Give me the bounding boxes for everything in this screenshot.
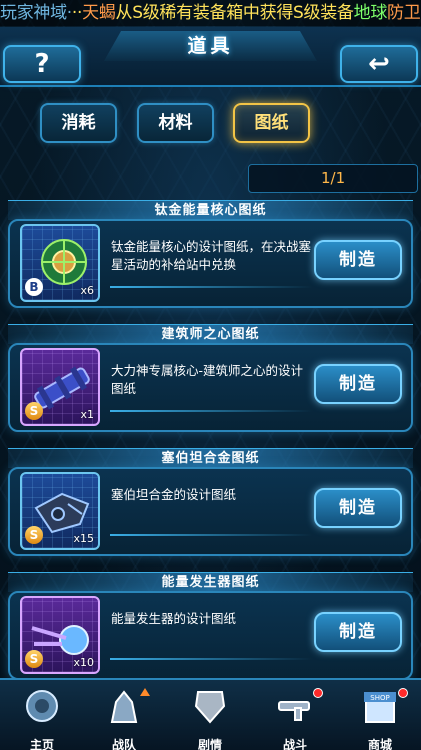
marquee-part: 玩家神域·	[0, 3, 72, 23]
item-card: 能量发生器图纸 S x10 能量发生器的设计图纸 制造	[8, 572, 413, 680]
tab-materials[interactable]: 材料	[137, 103, 214, 143]
marquee-part: 防卫者	[387, 3, 421, 23]
item-card: 钛金能量核心图纸 B x6 钛金能量核心的设计图纸，在决战塞星活动的补给站中兑换…	[8, 200, 413, 308]
item-quantity: x10	[73, 656, 94, 669]
grade-badge: B	[25, 278, 43, 296]
nav-label: 主页	[29, 738, 54, 750]
header-bar: 道具 ? ↩	[0, 27, 421, 87]
item-name: 钛金能量核心图纸	[8, 200, 413, 220]
item-name: 塞伯坦合金图纸	[8, 448, 413, 468]
craft-button[interactable]: 制造	[314, 612, 402, 652]
craft-button[interactable]: 制造	[314, 364, 402, 404]
upgrade-arrow-icon	[140, 688, 150, 696]
tab-blueprints[interactable]: 图纸	[233, 103, 310, 143]
nav-label: 剧情	[197, 738, 222, 750]
craft-button[interactable]: 制造	[314, 240, 402, 280]
divider	[110, 286, 312, 288]
shop-sign-text: SHOP	[370, 694, 389, 702]
shop-icon: SHOP	[364, 692, 396, 723]
nav-label: 战队	[111, 738, 136, 750]
item-description: 塞伯坦合金的设计图纸	[111, 487, 237, 502]
item-description: 大力神专属核心-建筑师之心的设计图纸	[111, 363, 304, 396]
tab-consumables[interactable]: 消耗	[40, 103, 117, 143]
item-thumbnail[interactable]: B x6	[20, 224, 100, 302]
nav-label: 战斗	[282, 738, 307, 750]
marquee-part: ··	[71, 3, 83, 23]
page-indicator: 1/1	[248, 164, 418, 193]
item-quantity: x15	[73, 532, 94, 545]
item-thumbnail[interactable]: S x1	[20, 348, 100, 426]
divider	[110, 410, 312, 412]
nav-home[interactable]: 主页	[10, 688, 74, 750]
nav-team[interactable]: 战队	[92, 688, 156, 750]
item-description: 钛金能量核心的设计图纸，在决战塞星活动的补给站中兑换	[111, 239, 312, 272]
marquee-part: 天蝎	[82, 3, 116, 23]
item-description: 能量发生器的设计图纸	[111, 611, 237, 626]
nav-story[interactable]: 剧情	[178, 688, 242, 750]
item-thumbnail[interactable]: S x10	[20, 596, 100, 674]
item-name: 能量发生器图纸	[8, 572, 413, 592]
page-title: 道具	[104, 31, 317, 61]
item-quantity: x1	[80, 408, 94, 421]
divider	[110, 658, 312, 660]
story-icon	[194, 691, 226, 724]
back-button[interactable]: ↩	[340, 45, 418, 83]
marquee-part: 从S级稀有装备箱中获得S级装备	[115, 3, 354, 23]
home-icon	[26, 690, 58, 722]
help-icon: ?	[34, 49, 50, 79]
item-quantity: x6	[80, 284, 94, 297]
craft-button[interactable]: 制造	[314, 488, 402, 528]
item-card: 建筑师之心图纸 S x1 大力神专属核心-建筑师之心的设计图纸 制造	[8, 324, 413, 432]
grade-badge: S	[25, 402, 43, 420]
team-icon	[110, 690, 138, 723]
item-card: 塞伯坦合金图纸 S x15 塞伯坦合金的设计图纸 制造	[8, 448, 413, 556]
back-icon: ↩	[368, 49, 390, 79]
grade-badge: S	[25, 650, 43, 668]
battle-icon	[278, 701, 310, 721]
nav-shop[interactable]: SHOP 商城	[348, 688, 412, 750]
nav-battle[interactable]: 战斗	[263, 688, 327, 750]
help-button[interactable]: ?	[3, 45, 81, 83]
item-thumbnail[interactable]: S x15	[20, 472, 100, 550]
notification-dot	[313, 688, 323, 698]
notification-dot	[398, 688, 408, 698]
item-name: 建筑师之心图纸	[8, 324, 413, 344]
announcement-marquee: 玩家神域···天蝎从S级稀有装备箱中获得S级装备地球防卫者	[0, 0, 421, 26]
nav-label: 商城	[367, 738, 392, 750]
marquee-part: 地球	[353, 3, 388, 23]
grade-badge: S	[25, 526, 43, 544]
bottom-nav: 主页 战队 剧情 战斗 SHOP 商城	[0, 678, 421, 750]
divider	[110, 534, 312, 536]
